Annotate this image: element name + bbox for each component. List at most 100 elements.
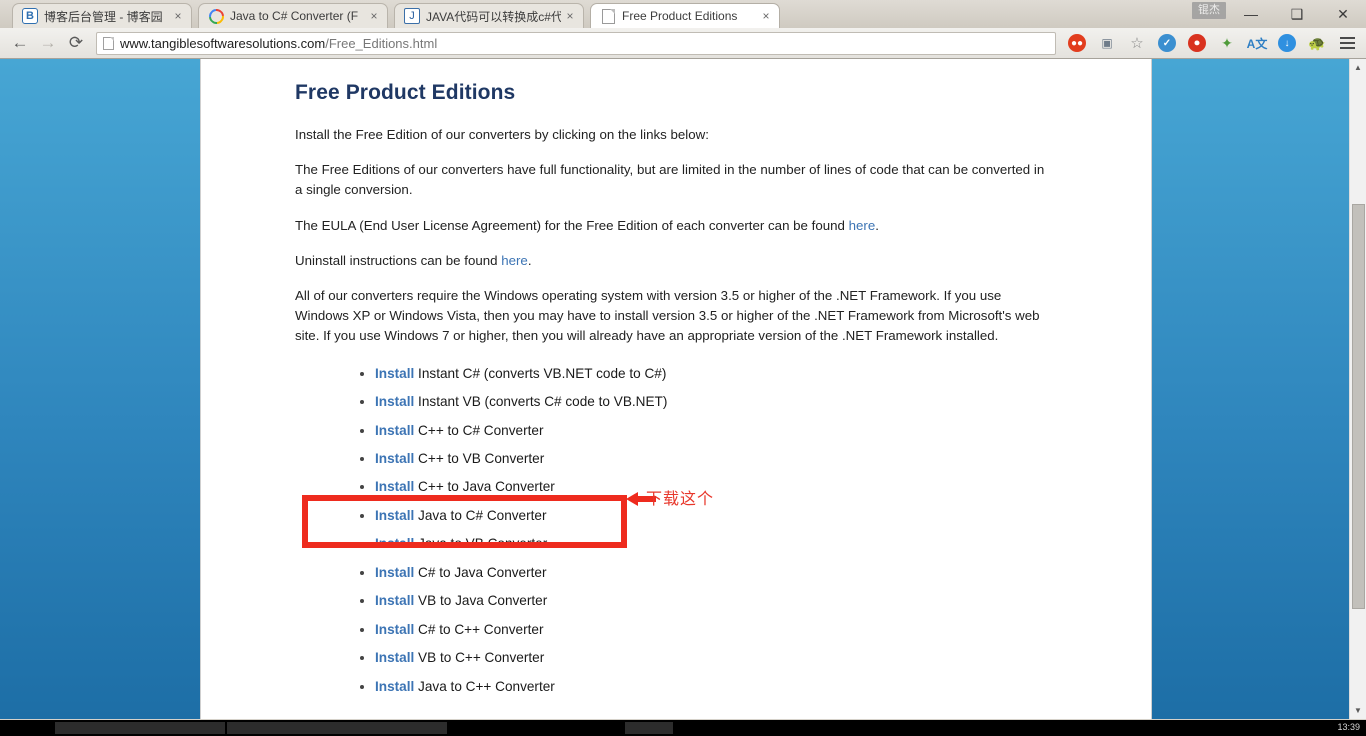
taskbar-item[interactable] xyxy=(227,722,447,734)
page-title: Free Product Editions xyxy=(295,81,516,104)
screen: B 博客后台管理 - 博客园 × Java to C# Converter (F… xyxy=(0,0,1366,736)
tab-title: 博客后台管理 - 博客园 xyxy=(44,9,163,24)
eula-here-link[interactable]: here xyxy=(849,218,876,233)
extension-owl-icon[interactable]: ●● xyxy=(1062,30,1092,56)
page-viewport: Free Product Editions Install the Free E… xyxy=(0,59,1366,719)
uninstall-text-before: Uninstall instructions can be found xyxy=(295,252,502,268)
download-glyph: ↓ xyxy=(1278,34,1296,52)
install-link[interactable]: Install xyxy=(375,451,414,466)
install-item-label: Java to C++ Converter xyxy=(414,678,555,694)
tab-title: Java to C# Converter (F xyxy=(230,9,359,23)
install-item-label: C++ to VB Converter xyxy=(414,450,545,466)
window-controls: — ❑ ✕ xyxy=(1228,0,1366,28)
url-path: /Free_Editions.html xyxy=(325,35,438,51)
tab-java-code-convert[interactable]: J JAVA代码可以转换成c#代 × xyxy=(394,3,584,28)
tab-title: Free Product Editions xyxy=(622,9,738,23)
taskbar-item[interactable] xyxy=(625,722,673,734)
ime-glyph: ▣ xyxy=(1101,36,1113,50)
install-link[interactable]: Install xyxy=(375,366,414,381)
annotation-label: 下载这个 xyxy=(646,489,715,508)
tab-blog-admin[interactable]: B 博客后台管理 - 博客园 × xyxy=(12,3,192,28)
install-list-item: Install Java to C# Converter xyxy=(375,507,1071,524)
install-link[interactable]: Install xyxy=(375,536,414,551)
extension-ime-icon[interactable]: ▣ xyxy=(1092,30,1122,56)
install-link[interactable]: Install xyxy=(375,593,414,608)
close-window-button[interactable]: ✕ xyxy=(1320,0,1366,28)
install-item-label: C# to C++ Converter xyxy=(414,621,544,637)
install-list-item: Install C# to Java Converter xyxy=(375,565,1071,581)
install-link[interactable]: Install xyxy=(375,679,414,694)
install-link[interactable]: Install xyxy=(375,479,414,494)
chrome-menu-icon[interactable] xyxy=(1334,30,1360,56)
tab-close-icon[interactable]: × xyxy=(757,10,775,22)
tab-close-icon[interactable]: × xyxy=(365,10,383,22)
extension-toolbar: ●● ▣ ☆ ✓ ⏺ ✦ A文 ↓ 🐢 xyxy=(1062,30,1360,56)
scroll-up-arrow-icon[interactable]: ▲ xyxy=(1350,59,1366,76)
taskbar: 13:39 xyxy=(0,720,1366,736)
install-link[interactable]: Install xyxy=(375,394,414,409)
extension-download-icon[interactable]: ↓ xyxy=(1272,30,1302,56)
google-favicon-icon xyxy=(205,5,227,27)
blog-favicon-icon: B xyxy=(22,8,38,24)
install-list-item: Install Java to C++ Converter xyxy=(375,678,1071,695)
browser-window: B 博客后台管理 - 博客园 × Java to C# Converter (F… xyxy=(0,0,1366,720)
page-favicon-icon xyxy=(600,8,616,24)
extension-checkmark-icon[interactable]: ✓ xyxy=(1152,30,1182,56)
extension-evernote-icon[interactable]: 🐢 xyxy=(1302,30,1332,56)
install-item-label: Instant VB (converts C# code to VB.NET) xyxy=(414,394,668,410)
back-button[interactable]: ← xyxy=(6,30,34,56)
uninstall-paragraph: Uninstall instructions can be found here… xyxy=(295,251,1055,271)
address-bar[interactable]: www.tangiblesoftwaresolutions.com/Free_E… xyxy=(96,31,1056,55)
uninstall-here-link[interactable]: here xyxy=(501,253,528,268)
scrollbar-thumb[interactable] xyxy=(1352,204,1365,609)
page-scrollbar[interactable]: ▲ ▼ xyxy=(1349,59,1366,719)
install-item-label: Instant C# (converts VB.NET code to C#) xyxy=(414,365,667,381)
eula-text-before: The EULA (End User License Agreement) fo… xyxy=(295,217,849,233)
install-list-item: Install C++ to Java Converter xyxy=(375,479,1071,495)
tab-close-icon[interactable]: × xyxy=(169,10,187,22)
taskbar-item[interactable] xyxy=(55,722,225,734)
limitations-paragraph: The Free Editions of our converters have… xyxy=(295,162,1045,198)
install-list-item: Install VB to C++ Converter xyxy=(375,650,1071,666)
maximize-button[interactable]: ❑ xyxy=(1274,0,1320,28)
bookmark-star-icon[interactable]: ☆ xyxy=(1122,30,1152,56)
intro-paragraph: Install the Free Edition of our converte… xyxy=(295,127,709,142)
install-item-label: C++ to C# Converter xyxy=(414,422,544,438)
tab-java-to-csharp-converter[interactable]: Java to C# Converter (F × xyxy=(198,3,388,28)
extension-snake-icon[interactable]: ✦ xyxy=(1212,30,1242,56)
install-list-item: Install Java to VB Converter xyxy=(375,536,1071,552)
address-bar-url: www.tangiblesoftwaresolutions.com/Free_E… xyxy=(120,36,437,51)
check-glyph: ✓ xyxy=(1158,34,1176,52)
tab-free-product-editions[interactable]: Free Product Editions × xyxy=(590,3,780,28)
browser-toolbar: ← → ⟳ www.tangiblesoftwaresolutions.com/… xyxy=(0,28,1366,59)
install-item-label: C++ to Java Converter xyxy=(414,479,555,495)
page-info-icon[interactable] xyxy=(103,36,114,50)
install-link[interactable]: Install xyxy=(375,423,414,438)
extension-translate-icon[interactable]: A文 xyxy=(1242,30,1272,56)
taskbar-clock: 13:39 xyxy=(1337,722,1360,732)
page-content: Free Product Editions Install the Free E… xyxy=(200,59,1152,719)
install-link[interactable]: Install xyxy=(375,622,414,637)
install-links-list: Install Instant C# (converts VB.NET code… xyxy=(375,365,1071,695)
install-list-item: Install C++ to VB Converter xyxy=(375,450,1071,467)
adblock-glyph: ⏺ xyxy=(1188,34,1206,52)
install-link[interactable]: Install xyxy=(375,650,414,665)
install-link[interactable]: Install xyxy=(375,508,414,523)
reload-button[interactable]: ⟳ xyxy=(62,30,90,56)
scroll-down-arrow-icon[interactable]: ▼ xyxy=(1350,702,1366,719)
snake-glyph: ✦ xyxy=(1221,34,1233,51)
install-link[interactable]: Install xyxy=(375,565,414,580)
url-host: www.tangiblesoftwaresolutions.com xyxy=(120,35,326,51)
java-favicon-icon: J xyxy=(404,8,420,24)
requirements-paragraph: All of our converters require the Window… xyxy=(295,288,1040,344)
tab-close-icon[interactable]: × xyxy=(561,10,579,22)
install-list-item: Install VB to Java Converter xyxy=(375,593,1071,609)
star-glyph: ☆ xyxy=(1130,35,1144,52)
extension-adblock-icon[interactable]: ⏺ xyxy=(1182,30,1212,56)
minimize-button[interactable]: — xyxy=(1228,0,1274,28)
profile-chip[interactable]: 锟杰 xyxy=(1192,2,1226,19)
install-item-label: Java to C# Converter xyxy=(414,507,547,523)
install-item-label: VB to C++ Converter xyxy=(414,650,545,666)
forward-button[interactable]: → xyxy=(34,30,62,56)
uninstall-text-after: . xyxy=(527,252,532,268)
